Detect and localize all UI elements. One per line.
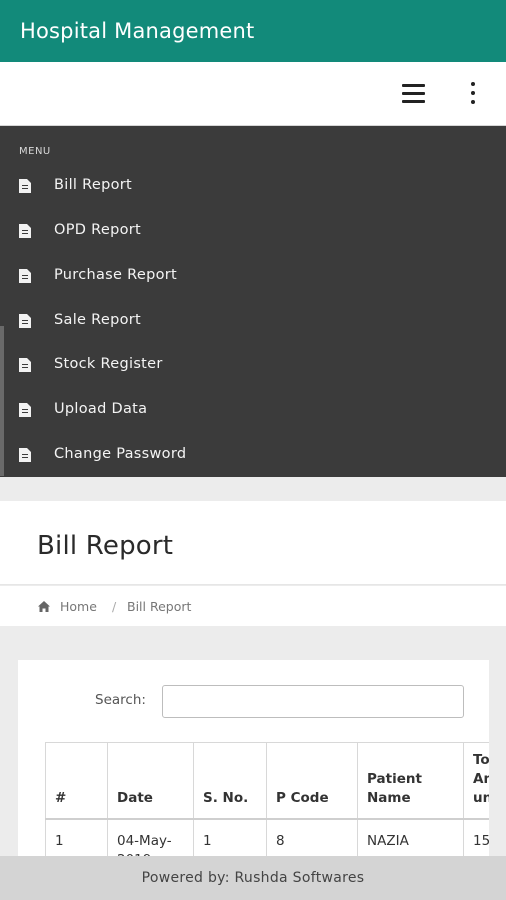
page-header: Bill Report [0, 501, 506, 585]
search-label: Search: [95, 692, 146, 708]
page-title: Bill Report [37, 531, 174, 561]
column-header[interactable]: # [45, 742, 108, 820]
sidebar-item-bill-report[interactable]: Bill Report [0, 166, 506, 206]
column-header[interactable]: P Code [266, 742, 358, 820]
column-header[interactable]: Date [107, 742, 194, 820]
breadcrumb-home-link[interactable]: Home [60, 599, 97, 614]
table-cell: 1 [193, 818, 267, 860]
more-options-icon[interactable] [466, 82, 480, 106]
sidebar-item-upload-data[interactable]: Upload Data [0, 390, 506, 430]
breadcrumb-separator: / [112, 599, 117, 614]
table-cell: 04-May-2019 [107, 818, 194, 860]
file-icon [19, 403, 31, 417]
top-navbar [0, 62, 506, 126]
report-card: Search: # Date S. No. P Code Patient Nam… [18, 660, 489, 860]
file-icon [19, 314, 31, 328]
sidebar-item-sale-report[interactable]: Sale Report [0, 301, 506, 341]
sidebar-item-label: Upload Data [54, 401, 148, 417]
sidebar-item-label: Bill Report [54, 177, 133, 193]
file-icon [19, 358, 31, 372]
footer: Powered by: Rushda Softwares [0, 856, 506, 900]
bill-report-table: # Date S. No. P Code Patient Name Total … [45, 742, 489, 860]
hamburger-menu-icon[interactable] [402, 84, 426, 104]
table-row: 1 04-May-2019 1 8 NAZIA 15 [45, 818, 489, 860]
sidebar-item-label: Sale Report [54, 312, 142, 328]
search-input[interactable] [162, 685, 464, 718]
breadcrumb-current: Bill Report [127, 599, 192, 614]
sidebar-item-change-password[interactable]: Change Password [0, 435, 506, 475]
menu-header: MENU [19, 146, 51, 157]
app-bar: Hospital Management [0, 0, 506, 62]
table-cell: 15 [463, 818, 489, 860]
app-title: Hospital Management [20, 19, 255, 43]
footer-text: Powered by: Rushda Softwares [141, 870, 365, 886]
file-icon [19, 269, 31, 283]
column-header[interactable]: Patient Name [357, 742, 464, 820]
sidebar-item-label: Change Password [54, 446, 187, 462]
home-icon [38, 601, 50, 612]
sidebar-menu: MENU Bill Report OPD Report Purchase Rep… [0, 126, 506, 477]
sidebar-item-label: Stock Register [54, 356, 163, 372]
column-header[interactable]: S. No. [193, 742, 267, 820]
sidebar-item-label: OPD Report [54, 222, 141, 238]
content-spacer [0, 477, 506, 501]
table-cell: 8 [266, 818, 358, 860]
sidebar-item-opd-report[interactable]: OPD Report [0, 211, 506, 251]
table-cell: NAZIA [357, 818, 464, 860]
column-header[interactable]: Total Amount [463, 742, 489, 820]
breadcrumb: Home / Bill Report [0, 586, 506, 626]
sidebar-item-label: Purchase Report [54, 267, 178, 283]
file-icon [19, 224, 31, 238]
sidebar-item-stock-register[interactable]: Stock Register [0, 345, 506, 385]
table-header-row: # Date S. No. P Code Patient Name Total … [45, 742, 489, 820]
table-cell: 1 [45, 818, 108, 860]
file-icon [19, 448, 31, 462]
file-icon [19, 179, 31, 193]
sidebar-item-purchase-report[interactable]: Purchase Report [0, 256, 506, 296]
